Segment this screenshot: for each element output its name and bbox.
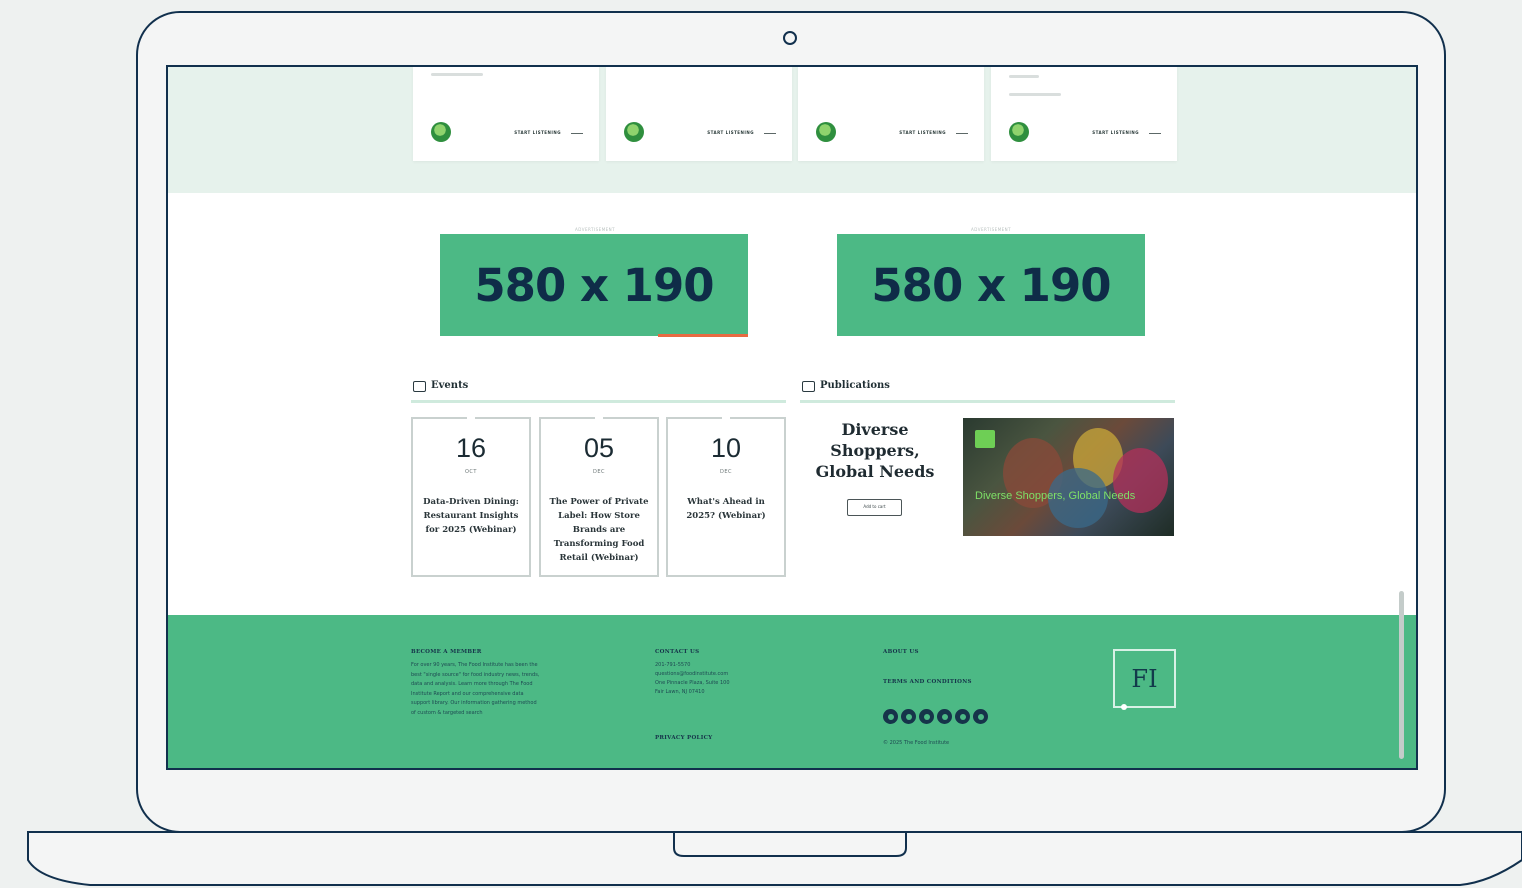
start-listening-link[interactable]: START LISTENING [707, 130, 754, 135]
publications-header: Publications [800, 379, 1175, 403]
youtube-icon[interactable] [955, 709, 970, 724]
copyright-text: © 2025 The Food Institute [883, 740, 950, 746]
start-listening-link[interactable]: START LISTENING [1092, 130, 1139, 135]
start-listening-link[interactable]: START LISTENING [514, 130, 561, 135]
podcast-card[interactable]: START LISTENING [606, 67, 792, 161]
vertical-scrollbar[interactable] [1399, 591, 1404, 759]
ad-label: ADVERTISEMENT [575, 227, 616, 232]
arrow-icon [956, 133, 968, 134]
book-icon [802, 381, 815, 392]
site-footer: BECOME A MEMBER For over 90 years, The F… [168, 615, 1416, 768]
privacy-policy-link[interactable]: PRIVACY POLICY [655, 735, 712, 741]
browser-screen: START LISTENING START LISTENING START LI… [166, 65, 1418, 770]
event-title[interactable]: Data-Driven Dining: Restaurant Insights … [421, 495, 521, 537]
add-to-cart-button[interactable]: Add to cart [847, 499, 902, 516]
event-day: 16 [455, 433, 487, 463]
event-month: DEC [719, 469, 732, 475]
play-icon[interactable] [1009, 122, 1029, 142]
contact-heading[interactable]: CONTACT US [655, 649, 699, 655]
event-day: 10 [710, 433, 742, 463]
event-month: OCT [465, 469, 477, 475]
logo-text: FI [1131, 664, 1158, 693]
event-title[interactable]: What's Ahead in 2025? (Webinar) [676, 495, 776, 523]
play-icon[interactable] [816, 122, 836, 142]
footer-logo[interactable]: FI [1113, 649, 1176, 710]
start-listening-link[interactable]: START LISTENING [899, 130, 946, 135]
event-title[interactable]: The Power of Private Label: How Store Br… [549, 495, 649, 565]
linkedin-icon[interactable] [883, 709, 898, 724]
arrow-icon [1149, 133, 1161, 134]
event-card[interactable]: 16 OCT Data-Driven Dining: Restaurant In… [411, 417, 531, 577]
cover-title: Diverse Shoppers, Global Needs [975, 490, 1136, 502]
facebook-icon[interactable] [901, 709, 916, 724]
podcast-card[interactable]: START LISTENING [413, 67, 599, 161]
event-month: DEC [592, 469, 605, 475]
member-text: For over 90 years, The Food Institute ha… [411, 662, 540, 716]
publications-heading: Publications [820, 380, 890, 391]
laptop-base [0, 830, 1522, 888]
play-icon[interactable] [624, 122, 644, 142]
calendar-icon [413, 381, 426, 392]
pinterest-icon[interactable] [937, 709, 952, 724]
camera-icon [783, 31, 797, 45]
events-header: Events [411, 379, 786, 403]
ad-banner[interactable]: 580 x 190 [440, 234, 748, 336]
podcast-section: START LISTENING START LISTENING START LI… [168, 67, 1416, 193]
arrow-icon [571, 133, 583, 134]
logo-badge [975, 430, 995, 448]
ad-label: ADVERTISEMENT [971, 227, 1012, 232]
terms-link[interactable]: TERMS AND CONDITIONS [883, 679, 972, 685]
event-card[interactable]: 10 DEC What's Ahead in 2025? (Webinar) [666, 417, 786, 577]
contact-line: Fair Lawn, NJ 07410 [655, 689, 705, 695]
ad-size-text: 580 x 190 [474, 258, 714, 312]
event-card[interactable]: 05 DEC The Power of Private Label: How S… [539, 417, 659, 577]
publication-title[interactable]: Diverse Shoppers, Global Needs [800, 419, 950, 482]
podcast-card[interactable]: START LISTENING [798, 67, 984, 161]
play-icon[interactable] [431, 122, 451, 142]
event-day: 05 [583, 433, 615, 463]
become-member-heading[interactable]: BECOME A MEMBER [411, 649, 482, 655]
podcast-meta [1009, 75, 1039, 78]
instagram-icon[interactable] [919, 709, 934, 724]
podcast-card[interactable]: START LISTENING [991, 67, 1177, 161]
arrow-icon [764, 133, 776, 134]
social-links [883, 709, 988, 724]
podcast-meta [431, 73, 483, 76]
ad-size-text: 580 x 190 [871, 258, 1111, 312]
ad-accent [658, 334, 748, 337]
ad-banner[interactable]: 580 x 190 [837, 234, 1145, 336]
podcast-meta [1009, 93, 1061, 96]
about-us-link[interactable]: ABOUT US [883, 649, 919, 655]
email-icon[interactable] [973, 709, 988, 724]
events-heading: Events [431, 380, 469, 391]
publication-cover-image[interactable]: Diverse Shoppers, Global Needs [963, 418, 1174, 536]
